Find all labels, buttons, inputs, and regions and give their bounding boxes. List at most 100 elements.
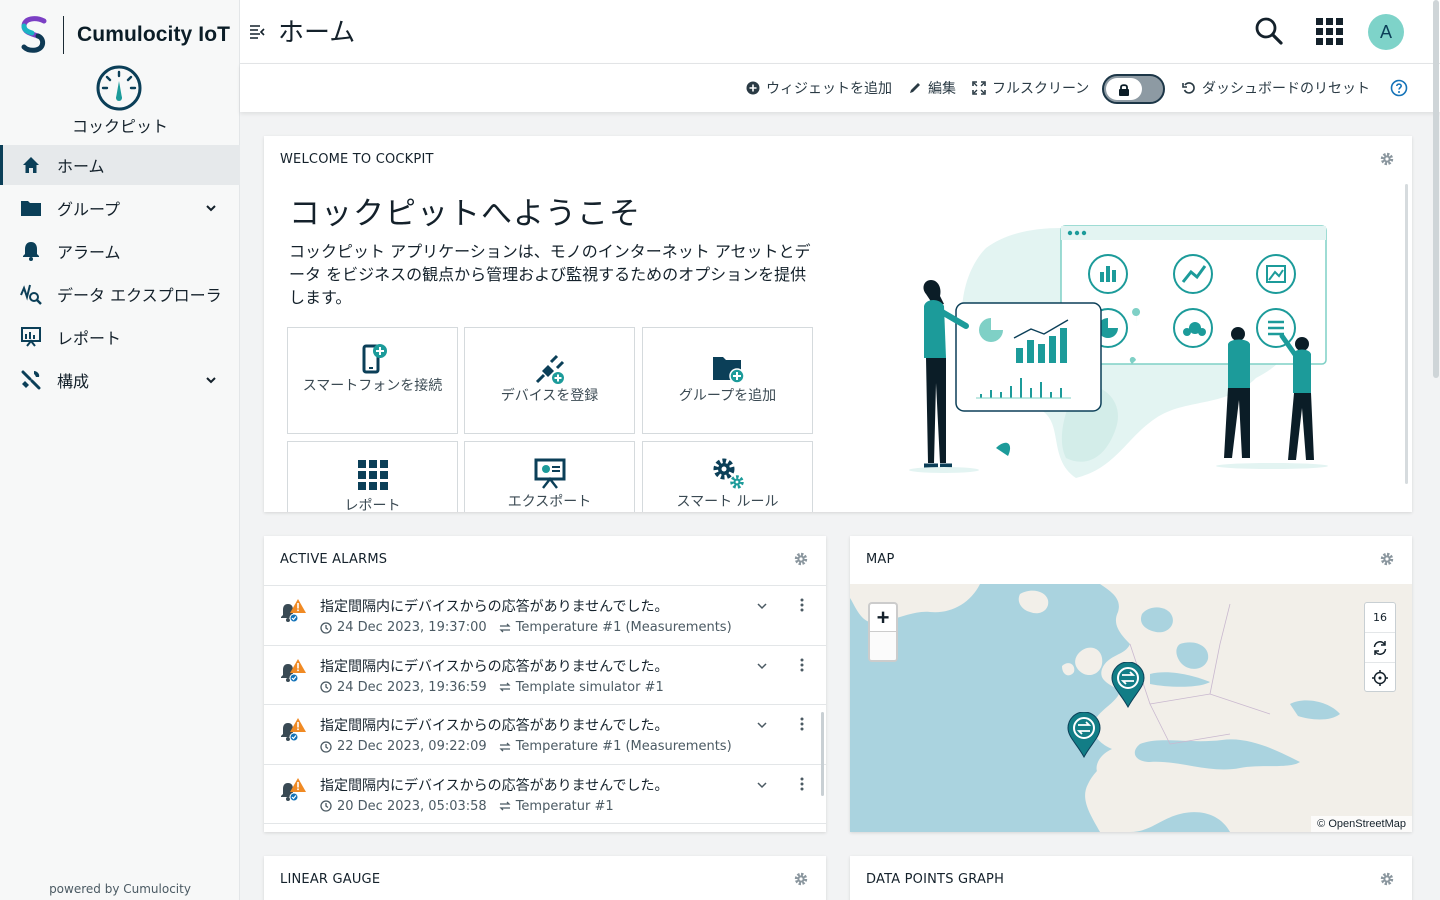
zoom-level-indicator[interactable]: 16 bbox=[1365, 603, 1395, 633]
gear-icon[interactable] bbox=[1380, 552, 1394, 566]
quick-action-export[interactable]: エクスポート bbox=[464, 441, 635, 512]
center-map-button[interactable] bbox=[1365, 663, 1395, 693]
quick-action-label: デバイスを登録 bbox=[500, 388, 599, 404]
zoom-in-button[interactable]: + bbox=[870, 604, 896, 632]
sidebar-item-home[interactable]: ホーム bbox=[0, 145, 240, 185]
map-attribution[interactable]: © OpenStreetMap bbox=[1311, 816, 1412, 832]
gear-icon[interactable] bbox=[1380, 872, 1394, 886]
refresh-icon bbox=[1373, 640, 1387, 655]
more-options-icon[interactable] bbox=[800, 777, 804, 791]
add-widget-button[interactable]: ウィジェットを追加 bbox=[746, 78, 892, 98]
reset-dashboard-button[interactable]: ダッシュボードのリセット bbox=[1182, 78, 1370, 98]
alarm-source[interactable]: Temperature #1 (Measurements) bbox=[516, 620, 732, 635]
alarm-text: 指定間隔内にデバイスからの応答がありませんでした。 bbox=[320, 718, 669, 734]
edit-label: 編集 bbox=[928, 81, 956, 97]
user-avatar[interactable]: A bbox=[1368, 14, 1404, 50]
brand-name: Cumulocity IoT bbox=[77, 23, 231, 46]
map-widget: MAP + 16 © OpenStreetMap bbox=[850, 536, 1412, 832]
fullscreen-button[interactable]: フルスクリーン bbox=[972, 78, 1089, 98]
expand-icon bbox=[972, 81, 986, 95]
sidebar-item-label: 構成 bbox=[57, 372, 90, 391]
quick-action-add-group[interactable]: グループを追加 bbox=[642, 327, 813, 434]
warning-alarm-icon bbox=[281, 777, 306, 801]
alarm-row[interactable]: 指定間隔内にデバイスからの応答がありませんでした。 24 Dec 2023, 1… bbox=[264, 646, 826, 705]
lock-icon bbox=[1119, 83, 1129, 96]
alarm-source[interactable]: Template simulator #1 bbox=[516, 680, 664, 695]
quick-action-label: エクスポート bbox=[507, 494, 592, 510]
map-canvas[interactable]: + 16 © OpenStreetMap bbox=[850, 584, 1412, 832]
more-options-icon[interactable] bbox=[800, 717, 804, 731]
map-tools: 16 bbox=[1364, 602, 1396, 692]
more-options-icon[interactable] bbox=[800, 658, 804, 672]
edit-button[interactable]: 編集 bbox=[908, 78, 956, 98]
quick-action-label: スマート ルール bbox=[676, 494, 779, 510]
widget-scrollbar[interactable] bbox=[1405, 184, 1408, 484]
active-alarms-widget: ACTIVE ALARMS 指定間隔内にデバイスからの応答がありませんでした。 … bbox=[264, 536, 826, 832]
zoom-controls: + bbox=[868, 602, 898, 662]
quick-action-connect-smartphone[interactable]: スマートフォンを接続 bbox=[287, 327, 458, 434]
quick-action-reports[interactable]: レポート bbox=[287, 441, 458, 512]
chevron-down-icon[interactable] bbox=[756, 600, 768, 612]
crosshair-icon bbox=[1372, 670, 1388, 686]
lock-knob bbox=[1106, 78, 1142, 100]
alarm-row[interactable]: 指定間隔内にデバイスからの応答がありませんでした。 22 Dec 2023, 0… bbox=[264, 705, 826, 765]
sidebar-nav: ホーム グループ アラーム データ エクスプローラ レポート 構成 bbox=[0, 145, 240, 403]
chevron-down-icon[interactable] bbox=[756, 719, 768, 731]
clock-icon bbox=[320, 740, 332, 753]
page-scrollbar[interactable] bbox=[1433, 0, 1439, 378]
quick-action-smart-rules[interactable]: スマート ルール bbox=[642, 441, 813, 512]
help-icon[interactable] bbox=[1390, 79, 1408, 97]
clock-icon bbox=[320, 621, 332, 634]
chevron-down-icon[interactable] bbox=[756, 660, 768, 672]
device-map-marker[interactable] bbox=[1067, 712, 1101, 758]
alarm-row[interactable]: 指定間隔内にデバイスからの応答がありませんでした。 24 Dec 2023, 1… bbox=[264, 586, 826, 646]
warning-alarm-icon bbox=[281, 599, 306, 623]
chevron-down-icon[interactable] bbox=[204, 201, 218, 215]
quick-action-register-device[interactable]: デバイスを登録 bbox=[464, 327, 635, 434]
alarm-text: 指定間隔内にデバイスからの応答がありませんでした。 bbox=[320, 599, 669, 615]
alarm-row[interactable]: 指定間隔内にデバイスからの応答がありませんでした。 20 Dec 2023, 0… bbox=[264, 765, 826, 824]
reset-icon bbox=[1182, 82, 1195, 94]
sidebar-item-alarms[interactable]: アラーム bbox=[0, 231, 240, 271]
search-icon[interactable] bbox=[1254, 16, 1284, 46]
alarm-source[interactable]: Temperatur #1 bbox=[516, 799, 614, 814]
alarm-list-scrollbar[interactable] bbox=[821, 712, 824, 796]
plug-add-icon bbox=[535, 354, 564, 384]
reset-dashboard-label: ダッシュボードのリセット bbox=[1202, 81, 1370, 97]
sidebar-item-label: データ エクスプローラ bbox=[57, 286, 222, 305]
quick-action-label: グループを追加 bbox=[678, 388, 777, 404]
gear-icon[interactable] bbox=[794, 872, 808, 886]
alarm-meta: 20 Dec 2023, 05:03:58 Temperatur #1 bbox=[320, 799, 614, 814]
sidebar-item-configuration[interactable]: 構成 bbox=[0, 360, 240, 400]
gear-icon[interactable] bbox=[1380, 152, 1394, 166]
alarm-time: 24 Dec 2023, 19:36:59 bbox=[337, 679, 487, 695]
app-name: コックピット bbox=[71, 117, 168, 136]
app-switcher-icon[interactable] bbox=[1316, 18, 1344, 46]
fullscreen-label: フルスクリーン bbox=[992, 81, 1090, 97]
home-icon bbox=[20, 154, 42, 176]
sidebar-item-reports[interactable]: レポート bbox=[0, 317, 240, 357]
exchange-icon bbox=[499, 742, 511, 751]
refresh-map-button[interactable] bbox=[1365, 633, 1395, 663]
sidebar-item-data-explorer[interactable]: データ エクスプローラ bbox=[0, 274, 240, 314]
welcome-illustration bbox=[909, 225, 1328, 478]
zoom-out-button[interactable] bbox=[870, 632, 896, 660]
widget-title: MAP bbox=[866, 552, 895, 567]
chevron-down-icon[interactable] bbox=[756, 779, 768, 791]
dashboard-lock-toggle[interactable] bbox=[1102, 74, 1165, 104]
alarm-source[interactable]: Temperature #1 (Measurements) bbox=[516, 739, 732, 754]
collapse-menu-icon[interactable] bbox=[248, 22, 266, 40]
gauge-icon bbox=[96, 65, 142, 111]
alarm-meta: 24 Dec 2023, 19:36:59 Template simulator… bbox=[320, 680, 664, 695]
map-tiles bbox=[850, 584, 1412, 832]
device-map-marker[interactable] bbox=[1111, 662, 1145, 708]
welcome-description: コックピット アプリケーションは、モノのインターネット アセットとデータ をビジ… bbox=[289, 242, 811, 307]
gear-icon[interactable] bbox=[794, 552, 808, 566]
brand[interactable]: Cumulocity IoT bbox=[18, 14, 230, 56]
sidebar-item-label: グループ bbox=[57, 200, 121, 219]
chevron-down-icon[interactable] bbox=[204, 373, 218, 387]
sidebar-item-groups[interactable]: グループ bbox=[0, 188, 240, 228]
quick-action-label: レポート bbox=[344, 498, 401, 512]
more-options-icon[interactable] bbox=[800, 598, 804, 612]
alarm-list: 指定間隔内にデバイスからの応答がありませんでした。 24 Dec 2023, 1… bbox=[264, 585, 826, 824]
